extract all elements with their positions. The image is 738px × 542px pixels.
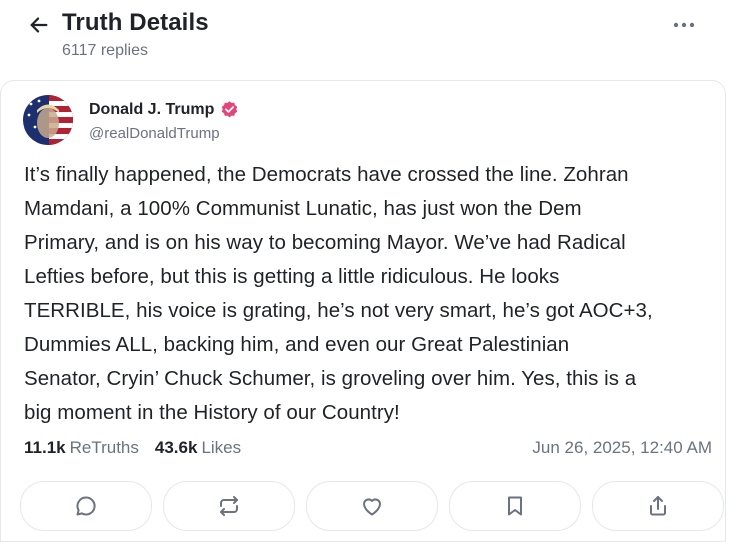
retruths-label: ReTruths xyxy=(69,438,139,457)
avatar[interactable] xyxy=(23,95,73,145)
likes-stat[interactable]: 43.6k Likes xyxy=(155,438,241,458)
share-icon xyxy=(650,496,666,516)
back-button[interactable] xyxy=(24,10,54,40)
comment-icon xyxy=(76,496,96,516)
likes-count: 43.6k xyxy=(154,438,198,457)
post-text-line: It’s finally happened, the Democrats hav… xyxy=(24,163,629,186)
more-horizontal-icon xyxy=(673,22,695,28)
heart-icon xyxy=(363,498,381,516)
bookmark-icon xyxy=(508,496,522,516)
reply-button[interactable] xyxy=(20,481,152,531)
retruth-button[interactable] xyxy=(163,481,295,531)
more-options-button[interactable] xyxy=(668,12,700,38)
post-text-line: Lefties before, but this is getting a li… xyxy=(24,265,560,288)
like-button[interactable] xyxy=(306,481,438,531)
post-text-line: TERRIBLE, his voice is grating, he’s not… xyxy=(24,299,653,322)
post-text-line: Mamdani, a 100% Communist Lunatic, has j… xyxy=(24,197,582,220)
post-stats: 11.1k ReTruths 43.6k Likes xyxy=(24,438,241,458)
post-timestamp: Jun 26, 2025, 12:40 AM xyxy=(532,438,712,457)
post-body: It’s finally happened, the Democrats hav… xyxy=(24,158,724,430)
likes-label: Likes xyxy=(201,438,242,457)
page-header: Truth Details 6117 replies xyxy=(0,0,738,80)
replies-count: 6117 replies xyxy=(62,42,148,59)
author-handle[interactable]: @realDonaldTrump xyxy=(89,125,220,142)
retruths-count: 11.1k xyxy=(24,438,66,457)
post-text-line: Senator, Cryin’ Chuck Schumer, is grovel… xyxy=(24,367,637,390)
share-button[interactable] xyxy=(592,481,724,531)
page-title: Truth Details xyxy=(62,9,209,36)
post-text-line: Primary, and is on his way to becoming M… xyxy=(24,231,626,254)
verified-badge-icon xyxy=(220,100,239,119)
author-name-text: Donald J. Trump xyxy=(89,100,215,118)
post-text-line: Dummies ALL, backing him, and even our G… xyxy=(24,333,570,356)
arrow-left-icon xyxy=(30,17,48,33)
repost-icon xyxy=(220,496,238,516)
retruths-stat[interactable]: 11.1k ReTruths xyxy=(24,438,139,458)
bookmark-button[interactable] xyxy=(449,481,581,531)
author-name[interactable]: Donald J. Trump xyxy=(89,100,239,119)
action-bar xyxy=(20,481,724,531)
post-text-line: big moment in the History of our Country… xyxy=(24,401,400,424)
